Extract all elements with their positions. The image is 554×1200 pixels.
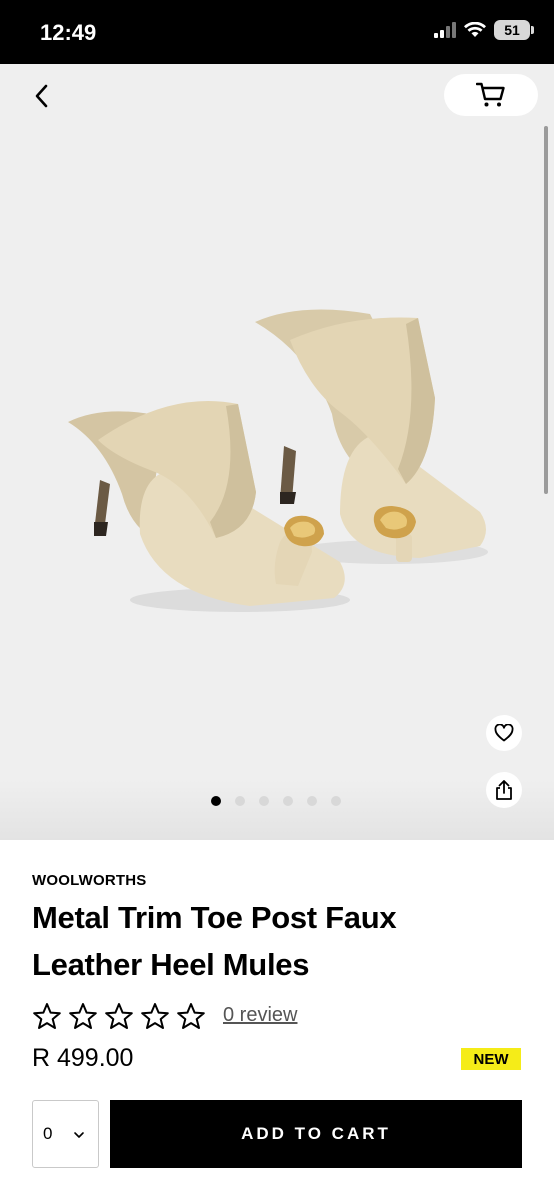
- heart-icon: [494, 724, 514, 742]
- brand-name[interactable]: WOOLWORTHS: [32, 872, 147, 889]
- chevron-down-icon: [74, 1132, 84, 1138]
- pagination-dot-active[interactable]: [211, 796, 221, 806]
- star-outline-icon: [69, 1003, 97, 1029]
- pagination-dot[interactable]: [235, 796, 245, 806]
- share-icon: [496, 780, 512, 800]
- gallery-pagination[interactable]: [211, 796, 341, 806]
- product-gallery[interactable]: [0, 64, 554, 840]
- share-button[interactable]: [486, 772, 522, 808]
- pagination-dot[interactable]: [331, 796, 341, 806]
- status-icons: 51: [434, 20, 534, 40]
- product-price: R 499.00: [32, 1044, 134, 1072]
- star-outline-icon: [105, 1003, 133, 1029]
- pagination-dot[interactable]: [259, 796, 269, 806]
- product-image[interactable]: [40, 294, 510, 624]
- wishlist-button[interactable]: [486, 715, 522, 751]
- quantity-select[interactable]: 0: [32, 1100, 99, 1168]
- star-outline-icon: [177, 1003, 205, 1029]
- status-bar: 12:49 51: [0, 0, 554, 64]
- add-to-cart-button[interactable]: ADD TO CART: [110, 1100, 522, 1168]
- review-link[interactable]: 0 review: [223, 1004, 297, 1027]
- wifi-icon: [464, 22, 486, 37]
- scrollbar[interactable]: [544, 126, 548, 494]
- product-title: Metal Trim Toe Post Faux Leather Heel Mu…: [32, 900, 397, 982]
- quantity-value: 0: [43, 1124, 53, 1143]
- cart-button[interactable]: [444, 74, 538, 116]
- star-outline-icon: [141, 1003, 169, 1029]
- status-time: 12:49: [40, 20, 97, 45]
- pagination-dot[interactable]: [283, 796, 293, 806]
- new-badge: NEW: [461, 1048, 521, 1070]
- battery-level: 51: [504, 22, 520, 38]
- battery-icon: 51: [494, 20, 534, 40]
- back-button[interactable]: [22, 76, 62, 116]
- gallery-fade: [0, 780, 554, 840]
- back-icon: [35, 84, 48, 108]
- rating-stars[interactable]: [32, 1002, 206, 1030]
- star-outline-icon: [33, 1003, 61, 1029]
- cart-icon: [476, 82, 505, 107]
- signal-icon: [434, 22, 456, 38]
- pagination-dot[interactable]: [307, 796, 317, 806]
